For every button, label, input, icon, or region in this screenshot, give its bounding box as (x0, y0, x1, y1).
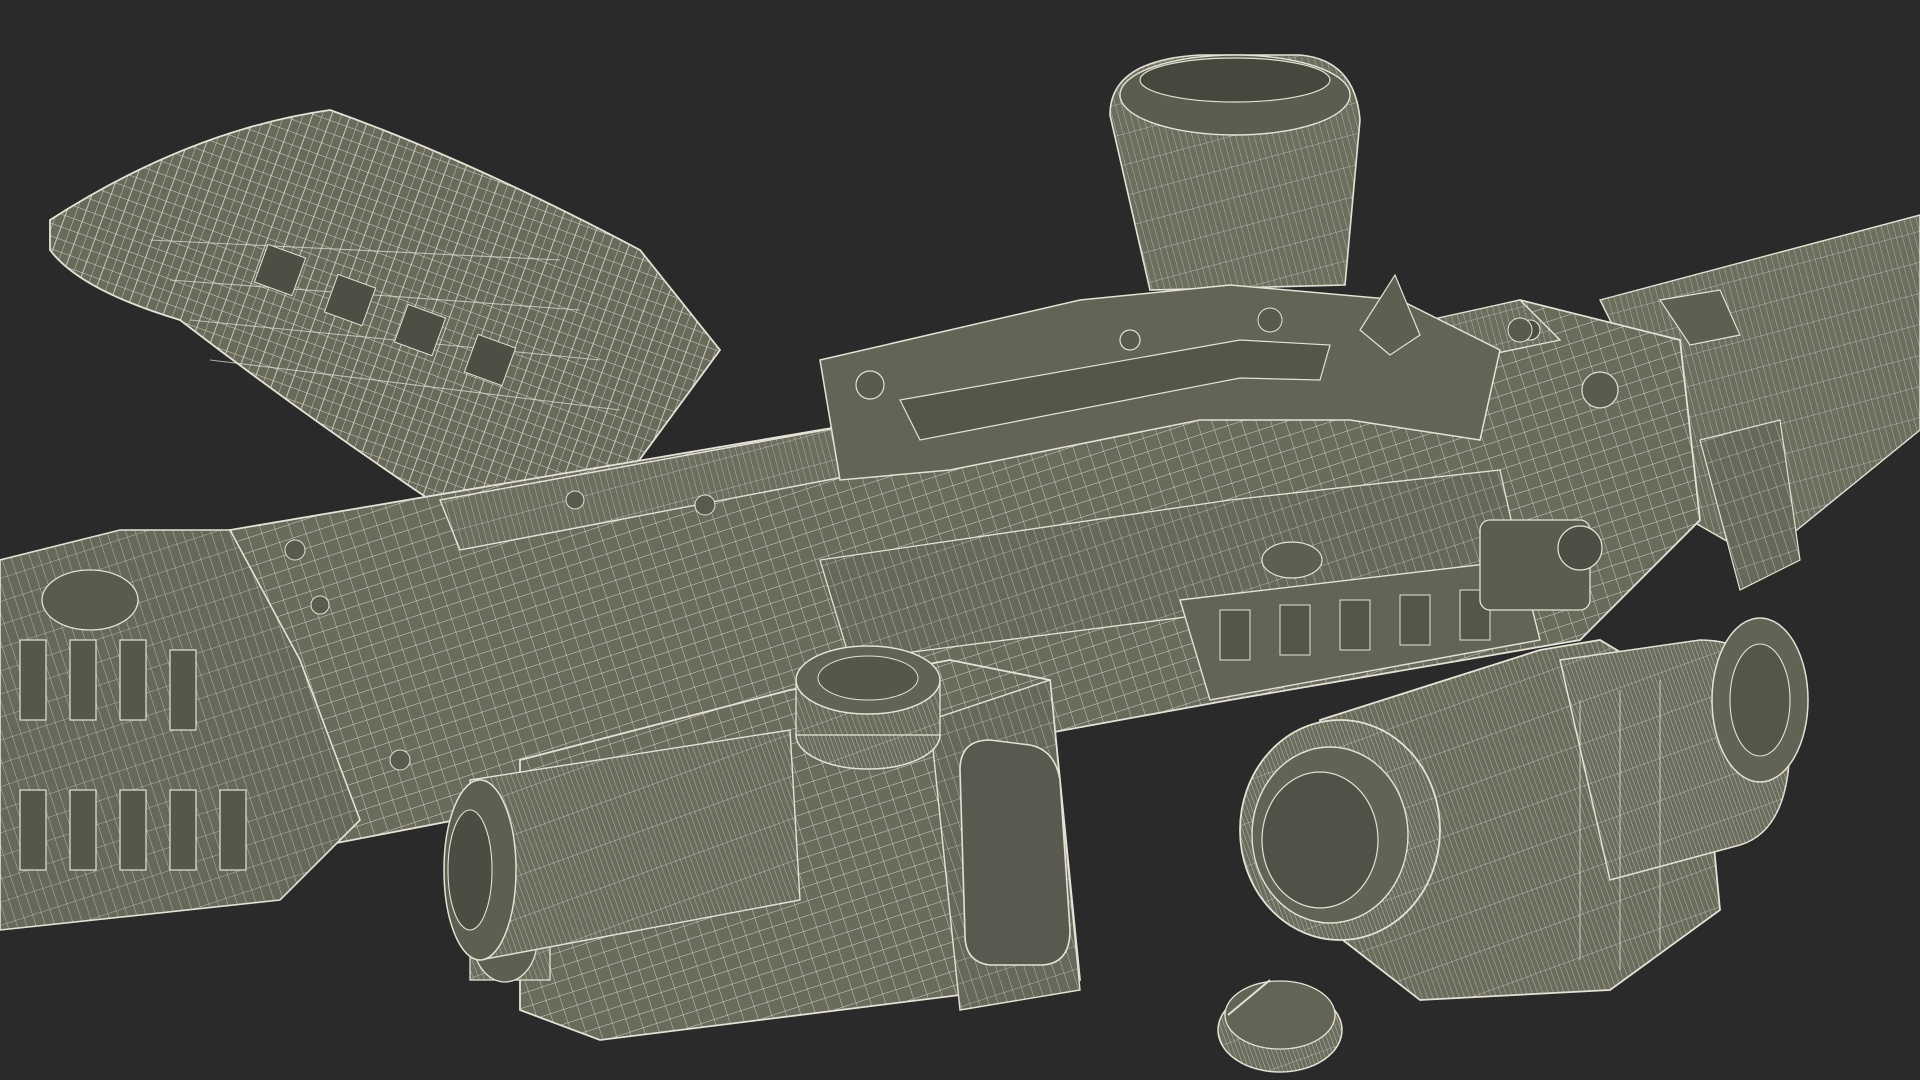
module-knob (795, 645, 941, 770)
render-viewport (0, 0, 1920, 1080)
vertical-grip (1109, 54, 1361, 291)
curved-magazine (49, 109, 722, 521)
lens-cap (1217, 979, 1343, 1073)
wireframe-model (0, 54, 1920, 1073)
scope-lens (1239, 719, 1441, 941)
